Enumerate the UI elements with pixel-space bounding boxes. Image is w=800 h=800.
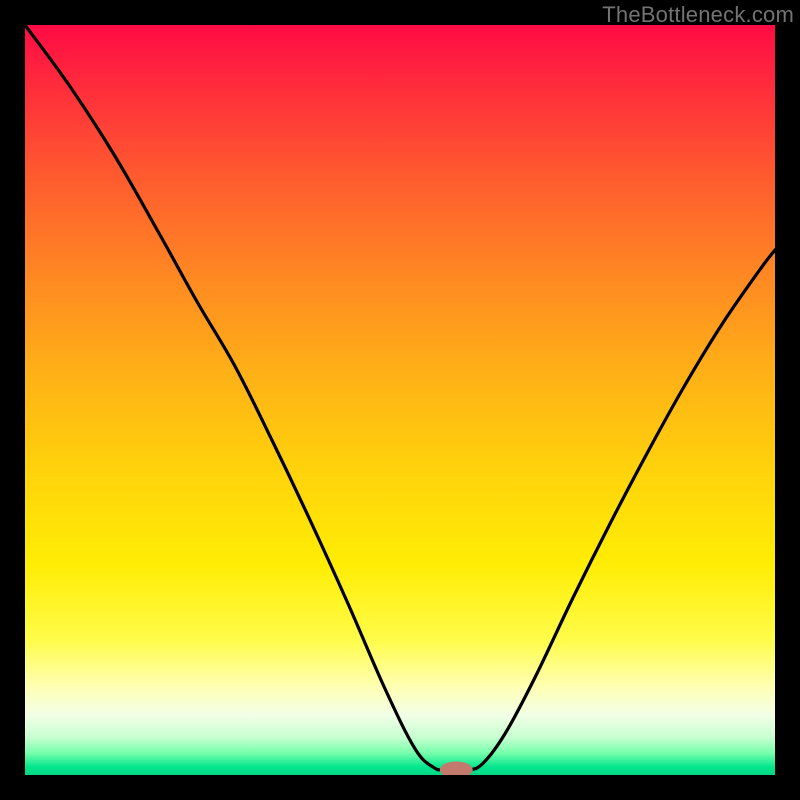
bottleneck-curve	[25, 25, 775, 770]
chart-frame: TheBottleneck.com	[0, 0, 800, 800]
plot-area	[25, 25, 775, 775]
watermark-text: TheBottleneck.com	[602, 2, 794, 28]
curve-layer	[25, 25, 775, 775]
optimal-point-marker	[440, 762, 473, 776]
